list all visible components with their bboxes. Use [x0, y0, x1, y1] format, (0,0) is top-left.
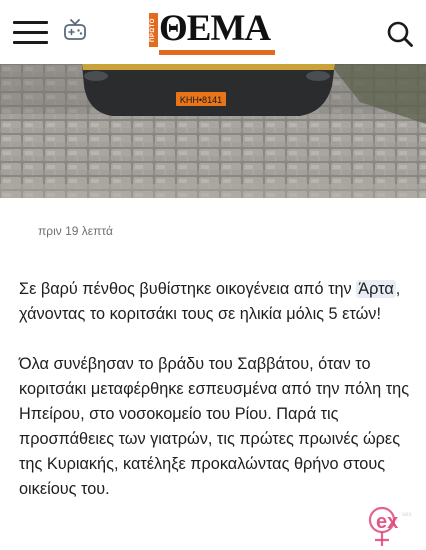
article-timestamp: πριν 19 λεπτά [38, 224, 113, 238]
paragraph-text: Σε βαρύ πένθος βυθίστηκε οικογένεια από … [19, 280, 357, 298]
license-plate-text: ΚΗΗ•8141 [180, 95, 222, 105]
watermark-logo: ex sex [362, 498, 426, 550]
article-hero-image: ΚΗΗ•8141 [0, 64, 426, 198]
article-body: Σε βαρύ πένθος βυθίστηκε οικογένεια από … [19, 277, 415, 527]
location-link[interactable]: Άρτα [356, 280, 396, 298]
gamepad-icon[interactable] [63, 18, 87, 42]
watermark-faint-text: sex [402, 512, 411, 518]
logo-text: ΘΕΜΑ [159, 8, 271, 49]
search-icon[interactable] [386, 20, 414, 48]
article-paragraph: Σε βαρύ πένθος βυθίστηκε οικογένεια από … [19, 277, 415, 327]
hamburger-menu-icon[interactable] [13, 21, 48, 45]
logo-underline [159, 50, 275, 55]
article-paragraph: Όλα συνέβησαν το βράδυ του Σαββάτου, ότα… [19, 355, 410, 498]
site-logo[interactable]: ΠΡΩΤΟ ΘΕΜΑ [149, 8, 277, 56]
watermark-text: ex [376, 511, 398, 533]
top-header: ΠΡΩΤΟ ΘΕΜΑ [0, 0, 426, 64]
logo-side-label: ΠΡΩΤΟ [149, 13, 158, 47]
